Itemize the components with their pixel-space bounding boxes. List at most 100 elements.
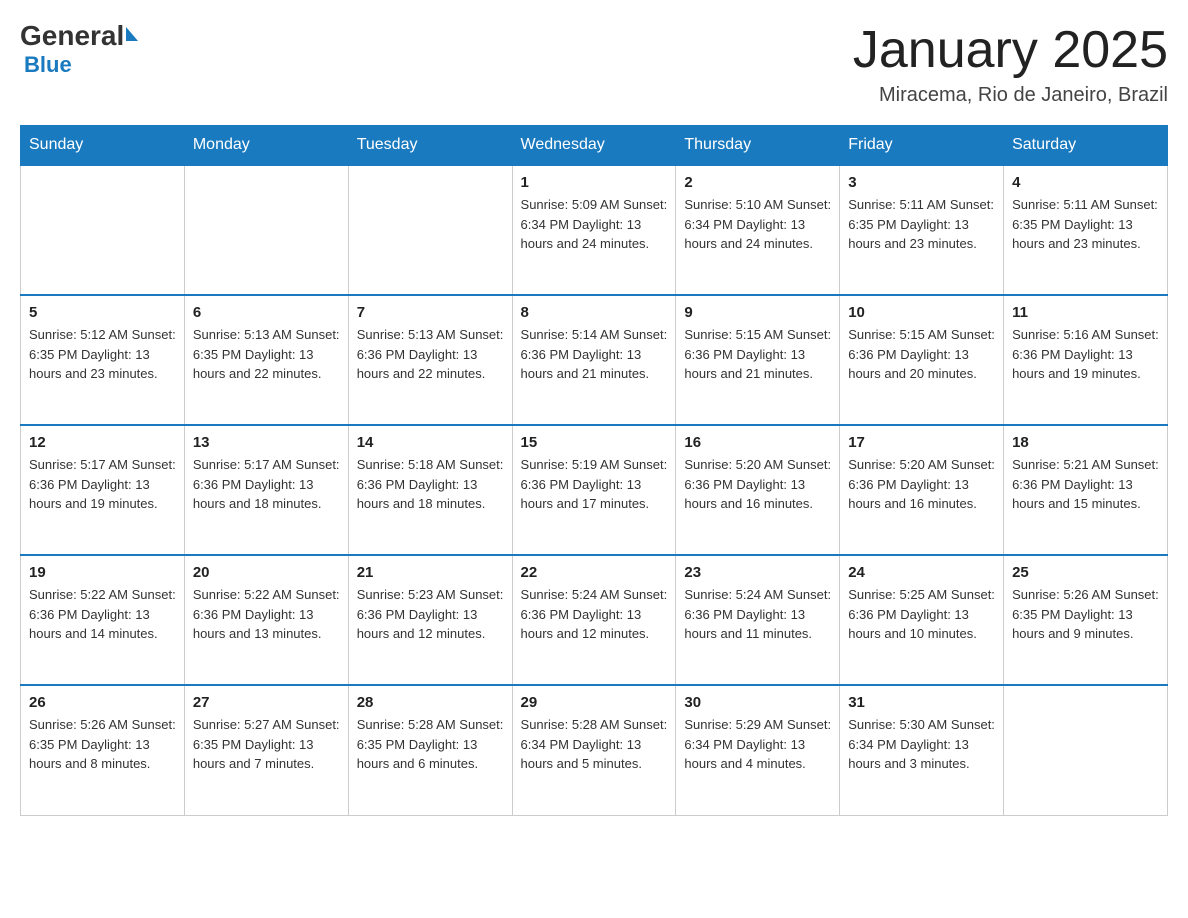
calendar-cell: 5 Sunrise: 5:12 AM Sunset: 6:35 PM Daylig… xyxy=(21,295,185,425)
day-number: 13 xyxy=(193,434,340,451)
day-info: Sunrise: 5:29 AM Sunset: 6:34 PM Dayligh… xyxy=(684,715,831,774)
calendar-cell xyxy=(21,165,185,295)
day-info: Sunrise: 5:20 AM Sunset: 6:36 PM Dayligh… xyxy=(848,455,995,514)
day-number: 25 xyxy=(1012,564,1159,581)
day-number: 4 xyxy=(1012,174,1159,191)
calendar-cell: 9Sunrise: 5:15 AM Sunset: 6:36 PM Daylig… xyxy=(676,295,840,425)
calendar-table: SundayMondayTuesdayWednesdayThursdayFrid… xyxy=(20,125,1168,816)
day-number: 26 xyxy=(29,694,176,711)
calendar-cell xyxy=(1004,685,1168,815)
calendar-cell: 15 Sunrise: 5:19 AM Sunset: 6:36 PM Dayli… xyxy=(512,425,676,555)
calendar-cell: 27Sunrise: 5:27 AM Sunset: 6:35 PM Dayli… xyxy=(184,685,348,815)
calendar-cell: 6 Sunrise: 5:13 AM Sunset: 6:35 PM Daylig… xyxy=(184,295,348,425)
day-info: Sunrise: 5:21 AM Sunset: 6:36 PM Dayligh… xyxy=(1012,455,1159,514)
calendar-cell: 31 Sunrise: 5:30 AM Sunset: 6:34 PM Dayli… xyxy=(840,685,1004,815)
calendar-cell: 17 Sunrise: 5:20 AM Sunset: 6:36 PM Dayli… xyxy=(840,425,1004,555)
calendar-cell xyxy=(184,165,348,295)
calendar-cell: 22 Sunrise: 5:24 AM Sunset: 6:36 PM Dayli… xyxy=(512,555,676,685)
day-number: 31 xyxy=(848,694,995,711)
calendar-week-row: 19 Sunrise: 5:22 AM Sunset: 6:36 PM Dayli… xyxy=(21,555,1168,685)
location-subtitle: Miracema, Rio de Janeiro, Brazil xyxy=(853,84,1168,107)
day-info: Sunrise: 5:28 AM Sunset: 6:35 PM Dayligh… xyxy=(357,715,504,774)
day-info: Sunrise: 5:20 AM Sunset: 6:36 PM Dayligh… xyxy=(684,455,831,514)
calendar-week-row: 26 Sunrise: 5:26 AM Sunset: 6:35 PM Dayli… xyxy=(21,685,1168,815)
day-info: Sunrise: 5:22 AM Sunset: 6:36 PM Dayligh… xyxy=(193,585,340,644)
day-number: 27 xyxy=(193,694,340,711)
day-number: 15 xyxy=(521,434,668,451)
day-number: 9 xyxy=(684,304,831,321)
day-info: Sunrise: 5:23 AM Sunset: 6:36 PM Dayligh… xyxy=(357,585,504,644)
page-header: General Blue January 2025 Miracema, Rio … xyxy=(20,20,1168,107)
calendar-cell: 24Sunrise: 5:25 AM Sunset: 6:36 PM Dayli… xyxy=(840,555,1004,685)
logo: General Blue xyxy=(20,20,138,78)
calendar-cell: 14Sunrise: 5:18 AM Sunset: 6:36 PM Dayli… xyxy=(348,425,512,555)
day-number: 7 xyxy=(357,304,504,321)
day-number: 29 xyxy=(521,694,668,711)
day-number: 30 xyxy=(684,694,831,711)
calendar-cell xyxy=(348,165,512,295)
day-info: Sunrise: 5:30 AM Sunset: 6:34 PM Dayligh… xyxy=(848,715,995,774)
calendar-cell: 28Sunrise: 5:28 AM Sunset: 6:35 PM Dayli… xyxy=(348,685,512,815)
day-number: 10 xyxy=(848,304,995,321)
day-header-tuesday: Tuesday xyxy=(348,126,512,166)
calendar-cell: 19 Sunrise: 5:22 AM Sunset: 6:36 PM Dayli… xyxy=(21,555,185,685)
day-info: Sunrise: 5:09 AM Sunset: 6:34 PM Dayligh… xyxy=(521,195,668,254)
day-number: 20 xyxy=(193,564,340,581)
day-info: Sunrise: 5:10 AM Sunset: 6:34 PM Dayligh… xyxy=(684,195,831,254)
calendar-header-row: SundayMondayTuesdayWednesdayThursdayFrid… xyxy=(21,126,1168,166)
calendar-cell: 21 Sunrise: 5:23 AM Sunset: 6:36 PM Dayli… xyxy=(348,555,512,685)
day-number: 19 xyxy=(29,564,176,581)
day-number: 22 xyxy=(521,564,668,581)
calendar-cell: 8Sunrise: 5:14 AM Sunset: 6:36 PM Daylig… xyxy=(512,295,676,425)
calendar-cell: 16 Sunrise: 5:20 AM Sunset: 6:36 PM Dayli… xyxy=(676,425,840,555)
calendar-cell: 3Sunrise: 5:11 AM Sunset: 6:35 PM Daylig… xyxy=(840,165,1004,295)
calendar-cell: 13 Sunrise: 5:17 AM Sunset: 6:36 PM Dayli… xyxy=(184,425,348,555)
day-info: Sunrise: 5:15 AM Sunset: 6:36 PM Dayligh… xyxy=(848,325,995,384)
day-info: Sunrise: 5:17 AM Sunset: 6:36 PM Dayligh… xyxy=(193,455,340,514)
day-number: 16 xyxy=(684,434,831,451)
calendar-cell: 12 Sunrise: 5:17 AM Sunset: 6:36 PM Dayli… xyxy=(21,425,185,555)
month-title: January 2025 xyxy=(853,20,1168,80)
day-info: Sunrise: 5:13 AM Sunset: 6:35 PM Dayligh… xyxy=(193,325,340,384)
day-number: 5 xyxy=(29,304,176,321)
calendar-week-row: 1 Sunrise: 5:09 AM Sunset: 6:34 PM Daylig… xyxy=(21,165,1168,295)
day-number: 21 xyxy=(357,564,504,581)
day-info: Sunrise: 5:13 AM Sunset: 6:36 PM Dayligh… xyxy=(357,325,504,384)
calendar-cell: 25Sunrise: 5:26 AM Sunset: 6:35 PM Dayli… xyxy=(1004,555,1168,685)
day-number: 17 xyxy=(848,434,995,451)
day-info: Sunrise: 5:12 AM Sunset: 6:35 PM Dayligh… xyxy=(29,325,176,384)
day-header-wednesday: Wednesday xyxy=(512,126,676,166)
calendar-cell: 1 Sunrise: 5:09 AM Sunset: 6:34 PM Daylig… xyxy=(512,165,676,295)
calendar-cell: 20 Sunrise: 5:22 AM Sunset: 6:36 PM Dayli… xyxy=(184,555,348,685)
day-info: Sunrise: 5:26 AM Sunset: 6:35 PM Dayligh… xyxy=(29,715,176,774)
day-header-friday: Friday xyxy=(840,126,1004,166)
day-info: Sunrise: 5:28 AM Sunset: 6:34 PM Dayligh… xyxy=(521,715,668,774)
calendar-cell: 29 Sunrise: 5:28 AM Sunset: 6:34 PM Dayli… xyxy=(512,685,676,815)
day-number: 8 xyxy=(521,304,668,321)
logo-blue-text: Blue xyxy=(24,52,72,78)
day-header-thursday: Thursday xyxy=(676,126,840,166)
day-number: 3 xyxy=(848,174,995,191)
calendar-cell: 7 Sunrise: 5:13 AM Sunset: 6:36 PM Daylig… xyxy=(348,295,512,425)
day-header-saturday: Saturday xyxy=(1004,126,1168,166)
day-info: Sunrise: 5:17 AM Sunset: 6:36 PM Dayligh… xyxy=(29,455,176,514)
day-info: Sunrise: 5:18 AM Sunset: 6:36 PM Dayligh… xyxy=(357,455,504,514)
day-header-monday: Monday xyxy=(184,126,348,166)
title-area: January 2025 Miracema, Rio de Janeiro, B… xyxy=(853,20,1168,107)
day-number: 1 xyxy=(521,174,668,191)
calendar-week-row: 5 Sunrise: 5:12 AM Sunset: 6:35 PM Daylig… xyxy=(21,295,1168,425)
day-number: 2 xyxy=(684,174,831,191)
calendar-week-row: 12 Sunrise: 5:17 AM Sunset: 6:36 PM Dayli… xyxy=(21,425,1168,555)
day-number: 12 xyxy=(29,434,176,451)
calendar-cell: 11Sunrise: 5:16 AM Sunset: 6:36 PM Dayli… xyxy=(1004,295,1168,425)
day-number: 23 xyxy=(684,564,831,581)
day-info: Sunrise: 5:22 AM Sunset: 6:36 PM Dayligh… xyxy=(29,585,176,644)
calendar-cell: 30 Sunrise: 5:29 AM Sunset: 6:34 PM Dayli… xyxy=(676,685,840,815)
calendar-cell: 23Sunrise: 5:24 AM Sunset: 6:36 PM Dayli… xyxy=(676,555,840,685)
day-info: Sunrise: 5:19 AM Sunset: 6:36 PM Dayligh… xyxy=(521,455,668,514)
day-number: 24 xyxy=(848,564,995,581)
calendar-cell: 4Sunrise: 5:11 AM Sunset: 6:35 PM Daylig… xyxy=(1004,165,1168,295)
day-number: 6 xyxy=(193,304,340,321)
calendar-cell: 26 Sunrise: 5:26 AM Sunset: 6:35 PM Dayli… xyxy=(21,685,185,815)
day-info: Sunrise: 5:24 AM Sunset: 6:36 PM Dayligh… xyxy=(521,585,668,644)
